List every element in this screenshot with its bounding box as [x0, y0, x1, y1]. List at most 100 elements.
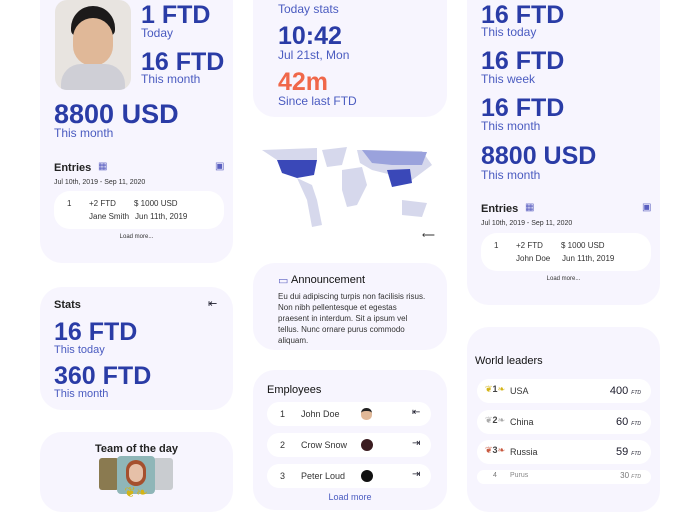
calendar-icon[interactable]: ▦ — [98, 161, 107, 172]
employee-row[interactable]: 3 Peter Loud ⇥ — [267, 464, 431, 488]
employee-rank: 3 — [280, 471, 285, 481]
expand-icon[interactable]: ▣ — [215, 161, 224, 172]
entry-date: Jun 11th, 2019 — [562, 254, 614, 263]
employees-title: Employees — [267, 384, 321, 396]
laurel-icon: ❦3❧ — [485, 445, 505, 456]
leader-value: 60 — [616, 416, 628, 428]
announcement-card: ▭ Announcement Eu dui adipiscing turpis … — [253, 263, 447, 350]
employee-name: John Doe — [301, 409, 340, 419]
entry-date: Jun 11th, 2019 — [135, 212, 187, 221]
entry-name: John Doe — [516, 254, 550, 263]
leader-rank: 4 — [493, 472, 497, 479]
entry-rank: 1 — [494, 241, 498, 250]
today-title: Today stats — [278, 2, 339, 16]
map-region-china — [387, 169, 412, 187]
calendar-icon[interactable]: ▦ — [525, 202, 534, 213]
leader-value: 400 — [610, 385, 628, 397]
team-title: Team of the day — [40, 443, 233, 455]
leader-country: Purus — [510, 472, 528, 479]
entries-title: Entries — [54, 162, 91, 174]
entry-name: Jane Smith — [89, 212, 129, 221]
announcement-title: Announcement — [291, 274, 365, 286]
entries-range: Jul 10th, 2019 - Sep 11, 2020 — [481, 220, 572, 227]
stat-label: This month — [481, 168, 540, 182]
since-label: Since last FTD — [278, 94, 357, 108]
leader-row[interactable]: ❦1❧ USA 400 FTD — [477, 379, 651, 403]
employee-rank: 1 — [280, 409, 285, 419]
avatar — [361, 408, 372, 420]
employee-name: Peter Loud — [301, 471, 345, 481]
leader-row[interactable]: ❦3❧ Russia 59 FTD — [477, 440, 651, 464]
leader-row[interactable]: ❦2❧ China 60 FTD — [477, 410, 651, 434]
employee-name: Crow Snow — [301, 440, 347, 450]
leader-unit: FTD — [631, 421, 641, 427]
entry-row[interactable]: 1 +2 FTD $ 1000 USD Jane Smith Jun 11th,… — [54, 191, 224, 229]
ftd-today-label: Today — [141, 26, 173, 40]
leader-country: Russia — [510, 447, 538, 457]
leader-unit: FTD — [631, 474, 641, 480]
entry-amount: $ 1000 USD — [561, 241, 605, 250]
world-leaders-card: World leaders ❦1❧ USA 400 FTD ❦2❧ China … — [467, 327, 660, 512]
expand-icon[interactable]: ▣ — [642, 202, 651, 213]
message-icon: ▭ — [278, 274, 288, 287]
stat-label: This today — [481, 25, 536, 39]
leaders-title: World leaders — [475, 355, 543, 367]
load-more-link[interactable]: Load more... — [40, 234, 233, 240]
stats-card: Stats ⇤ 16 FTD This today 360 FTD This m… — [40, 287, 233, 410]
ftd-today-value: 1 FTD — [141, 2, 210, 28]
leader-country: USA — [510, 386, 529, 396]
load-more-link[interactable]: Load more... — [467, 276, 660, 282]
entry-rank: 1 — [67, 199, 71, 208]
map-nav-icon[interactable]: ⟵ — [422, 230, 435, 240]
load-more-link[interactable]: Load more — [253, 492, 447, 502]
map-region-usa — [277, 160, 317, 178]
leader-unit: FTD — [631, 390, 641, 396]
announcement-body: Eu dui adipiscing turpis non facilisis r… — [278, 291, 428, 346]
leader-country: China — [510, 417, 534, 427]
laurel-icon: ❦❧ — [110, 484, 162, 502]
time-value: 10:42 — [278, 23, 342, 49]
stats-label-2: This month — [54, 387, 108, 401]
profile-card: 1 FTD Today 16 FTD This month 8800 USD T… — [40, 0, 233, 263]
stats-value-1: 16 FTD — [54, 319, 137, 345]
entries-range: Jul 10th, 2019 - Sep 11, 2020 — [54, 179, 145, 186]
stats-label-1: This today — [54, 343, 105, 357]
stats-value-2: 360 FTD — [54, 363, 151, 389]
stat-value: 16 FTD — [481, 48, 564, 74]
right-stats-card: 16 FTD This today 16 FTD This week 16 FT… — [467, 0, 660, 305]
entry-ftd: +2 FTD — [516, 241, 543, 250]
avatar — [361, 470, 373, 482]
leader-value: 30 — [620, 471, 629, 480]
leader-value: 59 — [616, 446, 628, 458]
employee-row[interactable]: 1 John Doe ⇤ — [267, 402, 431, 426]
laurel-icon: ❦2❧ — [485, 415, 505, 426]
avatar — [361, 439, 373, 451]
entries-title: Entries — [481, 203, 518, 215]
employees-card: Employees 1 John Doe ⇤ 2 Crow Snow ⇥ 3 P… — [253, 370, 447, 510]
avatar — [55, 0, 131, 90]
date-label: Jul 21st, Mon — [278, 48, 349, 62]
ftd-month-label: This month — [141, 72, 200, 86]
collapse-icon[interactable]: ⇤ — [208, 297, 217, 310]
since-value: 42m — [278, 69, 328, 95]
entry-ftd: +2 FTD — [89, 199, 116, 208]
team-card: Team of the day ❦❧ — [40, 432, 233, 512]
stat-value: 16 FTD — [481, 95, 564, 121]
employee-rank: 2 — [280, 440, 285, 450]
expand-icon[interactable]: ⇥ — [412, 469, 420, 480]
leader-unit: FTD — [631, 451, 641, 457]
stat-label: This week — [481, 72, 535, 86]
usd-value: 8800 USD — [54, 100, 179, 128]
employee-row[interactable]: 2 Crow Snow ⇥ — [267, 433, 431, 457]
expand-icon[interactable]: ⇥ — [412, 438, 420, 449]
today-stats-card: Today stats 10:42 Jul 21st, Mon 42m Sinc… — [253, 0, 447, 117]
collapse-icon[interactable]: ⇤ — [412, 407, 420, 418]
laurel-icon: ❦1❧ — [485, 384, 505, 395]
usd-label: This month — [54, 126, 113, 140]
stat-value: 8800 USD — [481, 143, 596, 169]
world-map[interactable]: ⟵ — [262, 145, 437, 240]
entry-row[interactable]: 1 +2 FTD $ 1000 USD John Doe Jun 11th, 2… — [481, 233, 651, 271]
leader-row[interactable]: 4 Purus 30 FTD — [477, 470, 651, 484]
stats-title: Stats — [54, 299, 81, 311]
entry-amount: $ 1000 USD — [134, 199, 178, 208]
